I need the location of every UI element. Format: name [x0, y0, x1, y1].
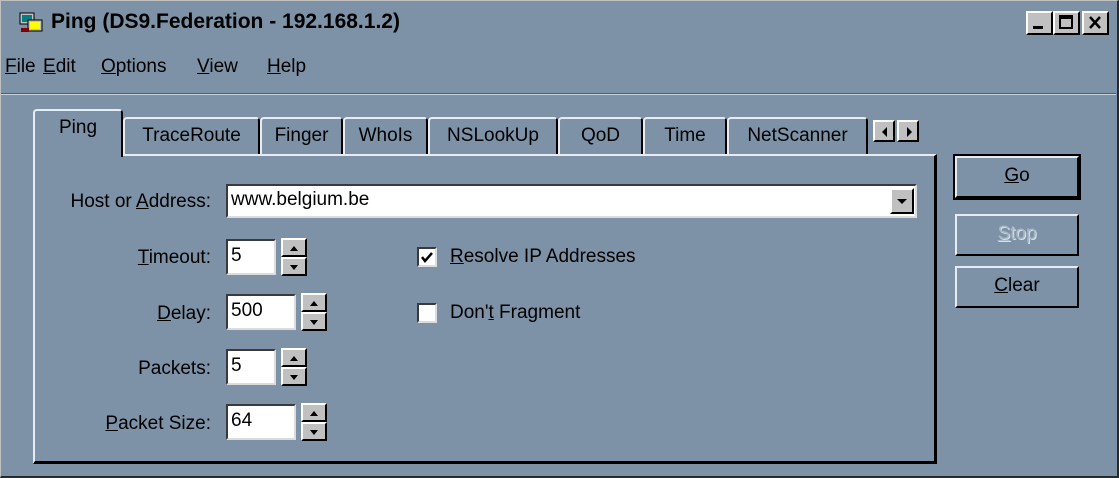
arrow-down-icon [290, 265, 298, 270]
timeout-input[interactable]: 5 [226, 239, 276, 275]
spin-down-button[interactable] [301, 422, 327, 441]
tab-scroll-right-button[interactable] [897, 120, 919, 142]
dont-fragment-checkbox[interactable] [417, 303, 437, 323]
ping-window: Ping (DS9.Federation - 192.168.1.2) File… [0, 0, 1119, 478]
spin-up-button[interactable] [281, 238, 307, 257]
maximize-button[interactable] [1053, 11, 1080, 35]
close-button[interactable] [1082, 11, 1109, 35]
window-title: Ping (DS9.Federation - 192.168.1.2) [51, 10, 400, 33]
arrow-up-icon [310, 411, 318, 416]
tab-traceroute[interactable]: TraceRoute [123, 117, 260, 155]
delay-label: Delay: [157, 303, 211, 324]
host-value: www.belgium.be [231, 189, 370, 210]
packets-spinner[interactable] [281, 348, 307, 386]
chevron-down-icon [897, 199, 907, 204]
tab-finger[interactable]: Finger [260, 117, 343, 155]
spin-down-button[interactable] [281, 257, 307, 276]
tab-qod[interactable]: QoD [558, 117, 643, 155]
host-label: Host or Address: [70, 191, 211, 212]
arrow-up-icon [290, 356, 298, 361]
packet-size-label: Packet Size: [105, 413, 211, 434]
spin-down-button[interactable] [301, 312, 327, 331]
tab-netscanner[interactable]: NetScanner [727, 117, 868, 155]
spin-up-button[interactable] [281, 348, 307, 367]
menu-separator [1, 93, 1116, 95]
menu-edit[interactable]: Edit [43, 55, 76, 79]
arrow-left-icon [882, 127, 887, 137]
resolve-ip-checkbox[interactable] [417, 247, 437, 267]
checkmark-icon [421, 252, 433, 263]
host-combobox[interactable]: www.belgium.be [226, 184, 917, 218]
menu-view[interactable]: View [197, 55, 238, 79]
minimize-icon [1033, 26, 1043, 29]
tab-nslookup[interactable]: NSLookUp [428, 117, 558, 155]
packet-size-input[interactable]: 64 [226, 404, 296, 440]
close-icon [1089, 16, 1101, 29]
arrow-up-icon [310, 301, 318, 306]
tab-time[interactable]: Time [643, 117, 727, 155]
delay-spinner[interactable] [301, 293, 327, 331]
minimize-button[interactable] [1026, 11, 1053, 35]
resolve-ip-label[interactable]: Resolve IP Addresses [450, 246, 636, 268]
packets-input[interactable]: 5 [226, 349, 276, 385]
tab-scroll-left-button[interactable] [873, 120, 895, 142]
tab-whois[interactable]: WhoIs [343, 117, 428, 155]
host-dropdown-button[interactable] [890, 188, 914, 214]
spin-up-button[interactable] [301, 403, 327, 422]
stop-button[interactable]: Stop [955, 214, 1079, 256]
tab-ping[interactable]: Ping [33, 109, 123, 157]
spin-up-button[interactable] [301, 293, 327, 312]
maximize-icon [1059, 15, 1073, 29]
packets-label: Packets: [138, 358, 211, 379]
arrow-down-icon [310, 320, 318, 325]
network-computer-icon [19, 12, 43, 32]
dont-fragment-label[interactable]: Don't Fragment [450, 302, 580, 324]
menu-file[interactable]: File [5, 55, 36, 79]
title-bar[interactable]: Ping (DS9.Federation - 192.168.1.2) [5, 5, 1115, 40]
packet-size-spinner[interactable] [301, 403, 327, 441]
arrow-up-icon [290, 246, 298, 251]
delay-input[interactable]: 500 [226, 294, 296, 330]
go-button[interactable]: Go [953, 154, 1081, 200]
arrow-right-icon [907, 127, 912, 137]
timeout-label: Timeout: [137, 247, 211, 268]
arrow-down-icon [310, 430, 318, 435]
arrow-down-icon [290, 375, 298, 380]
menu-options[interactable]: Options [101, 55, 166, 79]
clear-button[interactable]: Clear [955, 266, 1079, 308]
timeout-spinner[interactable] [281, 238, 307, 276]
spin-down-button[interactable] [281, 367, 307, 386]
menu-help[interactable]: Help [267, 55, 306, 79]
